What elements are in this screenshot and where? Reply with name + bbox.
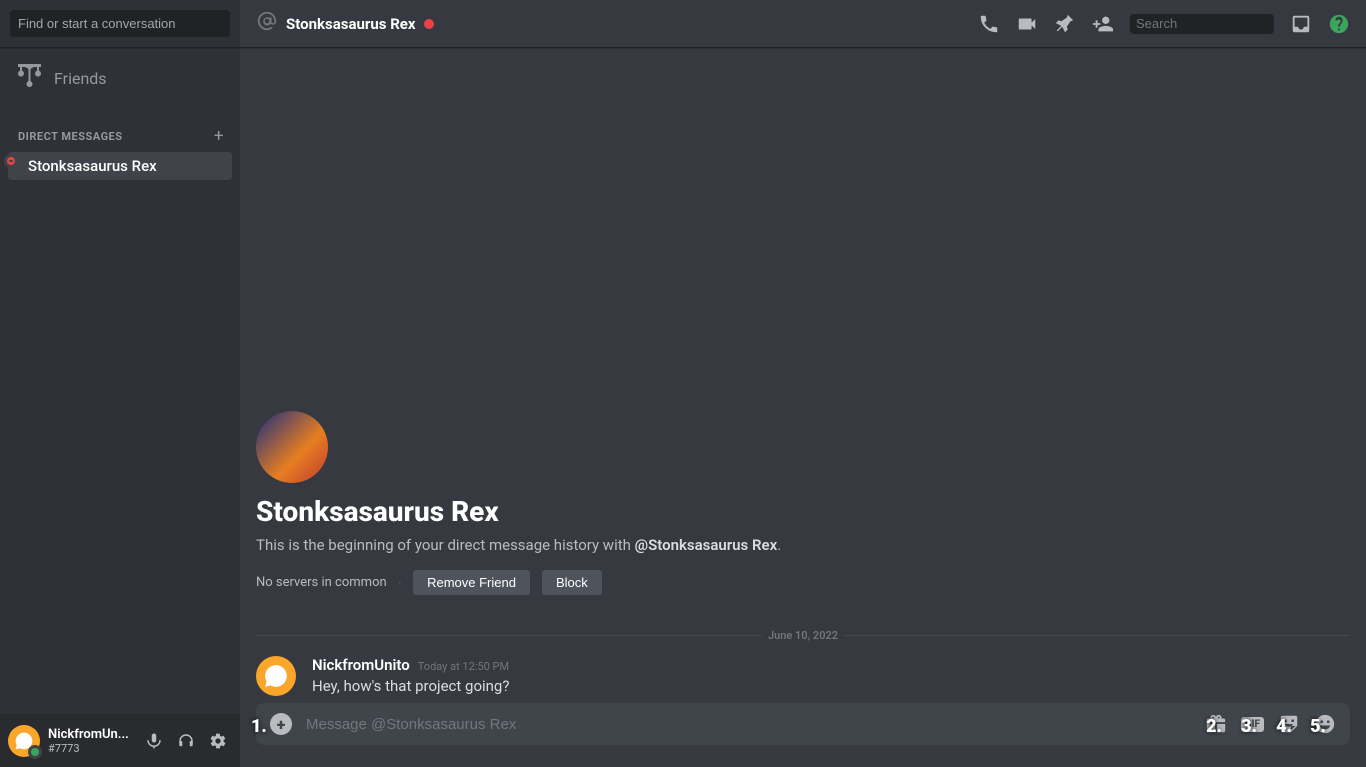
welcome-title: Stonksasaurus Rex (256, 495, 1350, 528)
welcome-block: Stonksasaurus Rex This is the beginning … (240, 395, 1366, 611)
no-servers-label: No servers in common (256, 575, 387, 590)
welcome-description: This is the beginning of your direct mes… (256, 536, 1350, 554)
date-divider: June 10, 2022 (256, 629, 1350, 642)
sticker-icon[interactable] (1278, 713, 1300, 735)
avatar[interactable] (256, 656, 296, 696)
mute-icon[interactable] (140, 727, 168, 755)
deafen-icon[interactable] (172, 727, 200, 755)
date-divider-label: June 10, 2022 (762, 629, 844, 642)
at-icon (256, 10, 278, 37)
friends-button[interactable]: Friends (8, 56, 232, 100)
message-author[interactable]: NickfromUnito (312, 656, 410, 674)
message-timestamp: Today at 12:50 PM (418, 660, 509, 673)
inbox-icon[interactable] (1290, 13, 1312, 35)
message-input[interactable] (306, 716, 1205, 733)
block-button[interactable]: Block (542, 570, 602, 595)
attach-icon[interactable]: + (270, 713, 292, 735)
message-row[interactable]: NickfromUnito Today at 12:50 PM Hey, how… (240, 646, 1366, 703)
remove-friend-button[interactable]: Remove Friend (413, 570, 530, 595)
friends-icon (18, 64, 54, 92)
status-dnd-icon (4, 154, 18, 168)
dm-header-label: Direct Messages (18, 130, 123, 143)
page-title[interactable]: Stonksasaurus Rex (286, 15, 416, 33)
message-content: NickfromUnito Today at 12:50 PM Hey, how… (312, 656, 1350, 697)
user-info[interactable]: NickfromUn... #7773 (48, 727, 140, 755)
user-panel-icons (140, 727, 232, 755)
emoji-icon[interactable] (1314, 713, 1336, 735)
dm-sidebar: Find or start a conversation Friends Dir… (0, 0, 240, 767)
welcome-desc-suffix: . (777, 536, 781, 554)
user-avatar-wrap[interactable] (8, 725, 40, 757)
titlebar-icons (978, 13, 1350, 35)
settings-icon[interactable] (204, 727, 232, 755)
search-box[interactable] (1130, 14, 1274, 34)
status-online-icon (28, 745, 42, 759)
welcome-actions: No servers in common ● Remove Friend Blo… (256, 570, 1350, 595)
composer[interactable]: + GIF (256, 703, 1350, 745)
dm-item-label: Stonksasaurus Rex (28, 157, 157, 175)
search-input[interactable] (1136, 16, 1312, 31)
add-friend-icon[interactable] (1092, 13, 1114, 35)
sidebar-search-header: Find or start a conversation (0, 0, 240, 48)
friends-label: Friends (54, 69, 107, 88)
welcome-desc-prefix: This is the beginning of your direct mes… (256, 536, 635, 554)
welcome-avatar (256, 411, 328, 483)
help-icon[interactable] (1328, 13, 1350, 35)
user-name: NickfromUn... (48, 727, 140, 742)
dm-item-stonksasaurus[interactable]: Stonksasaurus Rex (8, 152, 232, 180)
pinned-messages-icon[interactable] (1054, 13, 1076, 35)
sidebar-scroller[interactable]: Friends Direct Messages + Stonksasaurus … (0, 48, 240, 714)
composer-icons: GIF (1205, 713, 1336, 735)
user-tag: #7773 (48, 742, 140, 755)
gift-icon[interactable] (1205, 713, 1227, 735)
main-area: Stonksasaurus Rex (240, 0, 1366, 767)
status-dnd-icon (424, 19, 434, 29)
message-text: Hey, how's that project going? (312, 676, 1350, 697)
user-panel: NickfromUn... #7773 (0, 714, 240, 767)
gif-icon[interactable]: GIF (1241, 717, 1264, 732)
titlebar: Stonksasaurus Rex (240, 0, 1366, 48)
create-dm-icon[interactable]: + (214, 126, 224, 146)
message-header: NickfromUnito Today at 12:50 PM (312, 656, 1350, 674)
voice-call-icon[interactable] (978, 13, 1000, 35)
mention-user[interactable]: @Stonksasaurus Rex (635, 536, 778, 554)
video-call-icon[interactable] (1016, 13, 1038, 35)
dm-section-header: Direct Messages + (8, 108, 232, 150)
composer-wrap: + GIF 1. 2. 3. 4. 5. (240, 703, 1366, 767)
find-conversation-button[interactable]: Find or start a conversation (10, 10, 230, 37)
dot-separator: ● (399, 580, 401, 585)
messages-scroller[interactable]: Stonksasaurus Rex This is the beginning … (240, 48, 1366, 703)
